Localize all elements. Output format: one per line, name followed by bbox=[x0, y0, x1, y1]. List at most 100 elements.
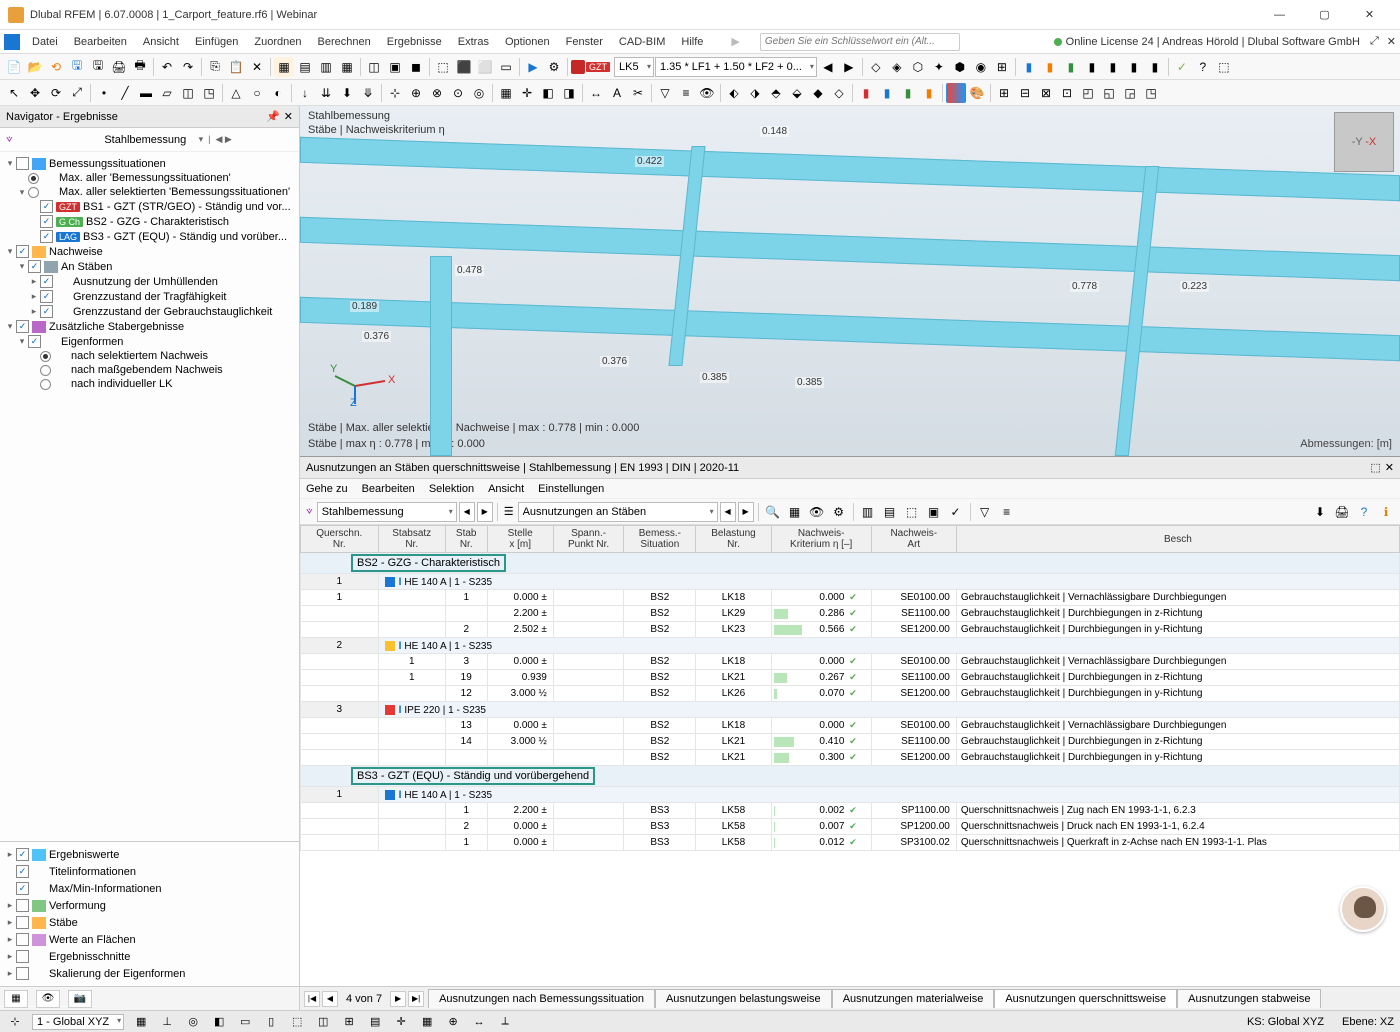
res-combo2-next[interactable]: ▶ bbox=[738, 502, 754, 522]
snap-e-icon[interactable]: ◎ bbox=[469, 83, 489, 103]
dim-icon[interactable]: ↔ bbox=[586, 83, 606, 103]
tree-nachweise[interactable]: Nachweise bbox=[49, 246, 103, 258]
print-icon[interactable]: 🖨 bbox=[109, 57, 129, 77]
tree-ef1[interactable]: nach selektiertem Nachweis bbox=[71, 350, 208, 362]
pager-next[interactable]: ▶ bbox=[390, 991, 406, 1007]
bt-5[interactable]: Werte an Flächen bbox=[49, 934, 136, 946]
res-combo-type[interactable]: Ausnutzungen an Stäben bbox=[518, 502, 718, 522]
res-combo1-prev[interactable]: ◀ bbox=[459, 502, 475, 522]
menu-bearbeiten[interactable]: Bearbeiten bbox=[66, 33, 135, 51]
display-icon[interactable]: ▦ bbox=[337, 57, 357, 77]
extra-1-icon[interactable]: ⬖ bbox=[724, 83, 744, 103]
color-1-icon[interactable]: ▮ bbox=[856, 83, 876, 103]
end-6-icon[interactable]: ◱ bbox=[1099, 83, 1119, 103]
results-table[interactable]: Querschn.Nr.StabsatzNr.StabNr.Stellex [m… bbox=[300, 525, 1400, 986]
menu-hilfe[interactable]: Hilfe bbox=[673, 33, 711, 51]
tree-bs2[interactable]: BS2 - GZG - Charakteristisch bbox=[86, 216, 229, 228]
res-tb-help-icon[interactable]: ? bbox=[1354, 502, 1374, 522]
sb-d-icon[interactable]: ◫ bbox=[314, 1014, 332, 1030]
menu-cadbim[interactable]: CAD-BIM bbox=[611, 33, 673, 51]
opening-icon[interactable]: ◫ bbox=[178, 83, 198, 103]
tool-g-icon[interactable]: ⊞ bbox=[992, 57, 1012, 77]
end-4-icon[interactable]: ⊡ bbox=[1057, 83, 1077, 103]
res-menu-4[interactable]: Einstellungen bbox=[538, 483, 604, 495]
axes-icon[interactable]: ✛ bbox=[517, 83, 537, 103]
menu-datei[interactable]: Datei bbox=[24, 33, 66, 51]
solid-icon[interactable]: ▣ bbox=[385, 57, 405, 77]
sb-plane-icon[interactable]: ◧ bbox=[210, 1014, 228, 1030]
new-icon[interactable]: 📄 bbox=[4, 57, 24, 77]
res-menu-1[interactable]: Bearbeiten bbox=[362, 483, 415, 495]
gzt-badge[interactable]: GZT bbox=[586, 62, 610, 72]
tree-eigenformen[interactable]: Eigenformen bbox=[61, 336, 123, 348]
view-3-icon[interactable]: ⬜ bbox=[475, 57, 495, 77]
save-as-icon[interactable]: 🖫 bbox=[88, 57, 108, 77]
end-5-icon[interactable]: ◰ bbox=[1078, 83, 1098, 103]
navigator-combo[interactable]: ⟇ Stahlbemessung ▾ | ◀ ▶ bbox=[0, 128, 299, 152]
res-tab-2[interactable]: Ausnutzungen materialweise bbox=[832, 989, 995, 1008]
res-tb-print-icon[interactable]: 🖨 bbox=[1332, 502, 1352, 522]
res-tb-11-icon[interactable]: ≡ bbox=[997, 502, 1017, 522]
snap-b-icon[interactable]: ⊕ bbox=[406, 83, 426, 103]
module-f-icon[interactable]: ▮ bbox=[1124, 57, 1144, 77]
save-icon[interactable]: 🖫 bbox=[67, 57, 87, 77]
res-tb-5-icon[interactable]: ▥ bbox=[858, 502, 878, 522]
res-tb-9-icon[interactable]: ✓ bbox=[946, 502, 966, 522]
res-menu-0[interactable]: Gehe zu bbox=[306, 483, 348, 495]
res-tb-4-icon[interactable]: ⚙ bbox=[829, 502, 849, 522]
sb-j-icon[interactable]: ↔ bbox=[470, 1014, 488, 1030]
select-icon[interactable]: ↖ bbox=[4, 83, 24, 103]
release-icon[interactable]: ◐ bbox=[268, 83, 288, 103]
tree-tragfaehigkeit[interactable]: Grenzzustand der Tragfähigkeit bbox=[73, 291, 226, 303]
paste-icon[interactable]: 📋 bbox=[226, 57, 246, 77]
maximize-button[interactable]: ▢ bbox=[1302, 0, 1347, 30]
res-tb-export-icon[interactable]: ⬇ bbox=[1310, 502, 1330, 522]
collapse-ribbon-icon[interactable]: ⤢ bbox=[1370, 35, 1379, 48]
tool-a-icon[interactable]: ◇ bbox=[866, 57, 886, 77]
module-a-icon[interactable]: ▮ bbox=[1019, 57, 1039, 77]
sb-f-icon[interactable]: ▤ bbox=[366, 1014, 384, 1030]
tree-bs1[interactable]: BS1 - GZT (STR/GEO) - Ständig und vor... bbox=[83, 201, 291, 213]
extra-5-icon[interactable]: ◆ bbox=[808, 83, 828, 103]
nav-tab-display-icon[interactable]: 👁 bbox=[36, 990, 60, 1008]
nav-tab-views-icon[interactable]: 📷 bbox=[68, 990, 92, 1008]
sb-snap-icon[interactable]: ⊹ bbox=[6, 1014, 24, 1030]
snap-d-icon[interactable]: ⊙ bbox=[448, 83, 468, 103]
bt-2[interactable]: Max/Min-Informationen bbox=[49, 883, 162, 895]
menu-extras[interactable]: Extras bbox=[450, 33, 497, 51]
module-g-icon[interactable]: ▮ bbox=[1145, 57, 1165, 77]
render-icon[interactable]: ◼ bbox=[406, 57, 426, 77]
load-node-icon[interactable]: ↓ bbox=[295, 83, 315, 103]
lk-combo[interactable]: LK5 bbox=[614, 57, 654, 77]
res-tb-7-icon[interactable]: ⬚ bbox=[902, 502, 922, 522]
sb-ortho-icon[interactable]: ⊥ bbox=[158, 1014, 176, 1030]
print-preview-icon[interactable]: 🖶 bbox=[130, 57, 150, 77]
load-line-icon[interactable]: ⇊ bbox=[316, 83, 336, 103]
pager-last[interactable]: ▶| bbox=[408, 991, 424, 1007]
tree-bs3[interactable]: BS3 - GZT (EQU) - Ständig und vorüber... bbox=[83, 231, 287, 243]
res-tab-1[interactable]: Ausnutzungen belastungsweise bbox=[655, 989, 832, 1008]
close-doc-icon[interactable]: ✕ bbox=[1387, 35, 1396, 48]
tree-umhuellenden[interactable]: Ausnutzung der Umhüllenden bbox=[73, 276, 218, 288]
res-menu-3[interactable]: Ansicht bbox=[488, 483, 524, 495]
menu-berechnen[interactable]: Berechnen bbox=[310, 33, 379, 51]
tool-b-icon[interactable]: ◈ bbox=[887, 57, 907, 77]
nav-next-icon[interactable]: ▶ bbox=[839, 57, 859, 77]
res-tab-3[interactable]: Ausnutzungen querschnittsweise bbox=[994, 989, 1177, 1008]
tool-c-icon[interactable]: ⬡ bbox=[908, 57, 928, 77]
res-tb-6-icon[interactable]: ▤ bbox=[880, 502, 900, 522]
scale-icon[interactable]: ⤢ bbox=[67, 83, 87, 103]
res-tb-info-icon[interactable]: ℹ bbox=[1376, 502, 1396, 522]
line-icon[interactable]: ╱ bbox=[115, 83, 135, 103]
res-tb-1-icon[interactable]: 🔍 bbox=[763, 502, 783, 522]
res-tb-8-icon[interactable]: ▣ bbox=[924, 502, 944, 522]
module-d-icon[interactable]: ▮ bbox=[1082, 57, 1102, 77]
viewport-3d[interactable]: Stahlbemessung Stäbe | Nachweiskriterium… bbox=[300, 106, 1400, 456]
grad-icon[interactable] bbox=[946, 83, 966, 103]
results-pin-icon[interactable]: ⬚ bbox=[1370, 461, 1380, 474]
tool-f-icon[interactable]: ◉ bbox=[971, 57, 991, 77]
keyword-search[interactable] bbox=[760, 33, 960, 51]
undo-icon[interactable]: ↶ bbox=[157, 57, 177, 77]
bt-0[interactable]: Ergebniswerte bbox=[49, 849, 119, 861]
vis-icon[interactable]: 👁 bbox=[697, 83, 717, 103]
